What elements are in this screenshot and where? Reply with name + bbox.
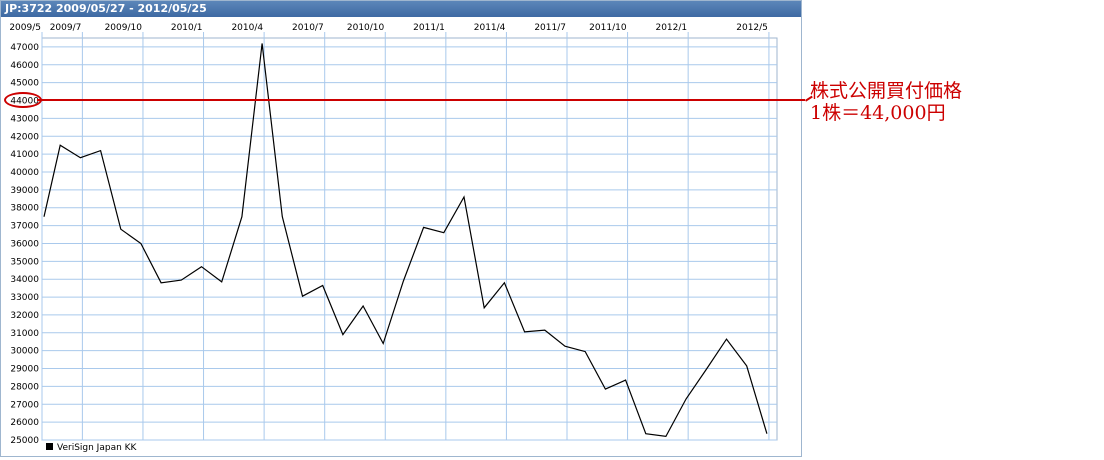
legend-label: VeriSign Japan KK — [57, 443, 138, 453]
chart-panel: 25000 26000 27000 28000 29000 30000 31000 32000… — [0, 0, 802, 457]
x-tick-label: 2010/1 — [171, 23, 203, 33]
tender-offer-price-line — [37, 98, 805, 101]
y-tick-label: 47000 — [10, 43, 39, 53]
y-tick-label: 28000 — [10, 382, 39, 392]
x-tick-label: 2012/5 — [736, 23, 768, 33]
tender-offer-annotation: 株式公開買付価格 1株＝44,000円 — [810, 80, 962, 124]
y-tick-label: 34000 — [10, 275, 39, 285]
x-tick-label: 2009/5 — [9, 23, 41, 33]
y-tick-label: 45000 — [10, 79, 39, 89]
x-tick-label: 2010/10 — [347, 23, 385, 33]
x-tick-label: 2011/7 — [534, 23, 566, 33]
y-tick-label: 26000 — [10, 418, 39, 428]
y-tick-label: 36000 — [10, 239, 39, 249]
y-tick-label: 40000 — [10, 168, 39, 178]
x-tick-label: 2010/4 — [231, 23, 263, 33]
y-tick-label: 32000 — [10, 311, 39, 321]
x-tick-label: 2010/7 — [292, 23, 324, 33]
legend-swatch — [46, 443, 53, 450]
y-tick-label: 37000 — [10, 222, 39, 232]
x-tick-label: 2011/4 — [474, 23, 506, 33]
y-tick-label: 33000 — [10, 293, 39, 303]
y-tick-label: 31000 — [10, 329, 39, 339]
y-tick-label: 29000 — [10, 365, 39, 375]
x-tick-label: 2011/10 — [589, 23, 627, 33]
y-tick-label: 27000 — [10, 400, 39, 410]
chart-title: JP:3722 2009/05/27 - 2012/05/25 — [1, 1, 801, 17]
annotation-line-1: 株式公開買付価格 — [810, 80, 963, 102]
x-tick-label: 2011/1 — [413, 23, 445, 33]
y-tick-label: 46000 — [10, 61, 39, 71]
y-tick-label: 43000 — [10, 114, 39, 124]
y-tick-label: 41000 — [10, 150, 39, 160]
y-tick-label: 42000 — [10, 132, 39, 142]
y-tick-label: 38000 — [10, 204, 39, 214]
y-tick-label: 39000 — [10, 186, 39, 196]
x-tick-label: 2009/10 — [105, 23, 143, 33]
highlight-oval — [4, 91, 42, 108]
annotation-line-2: 1株＝44,000円 — [810, 102, 946, 124]
x-tick-label: 2009/7 — [50, 23, 82, 33]
y-tick-label: 25000 — [10, 436, 39, 446]
x-tick-label: 2012/1 — [655, 23, 687, 33]
price-chart: 25000 26000 27000 28000 29000 30000 31000 32000… — [9, 23, 778, 453]
y-tick-label: 30000 — [10, 347, 39, 357]
y-tick-label: 35000 — [10, 257, 39, 267]
